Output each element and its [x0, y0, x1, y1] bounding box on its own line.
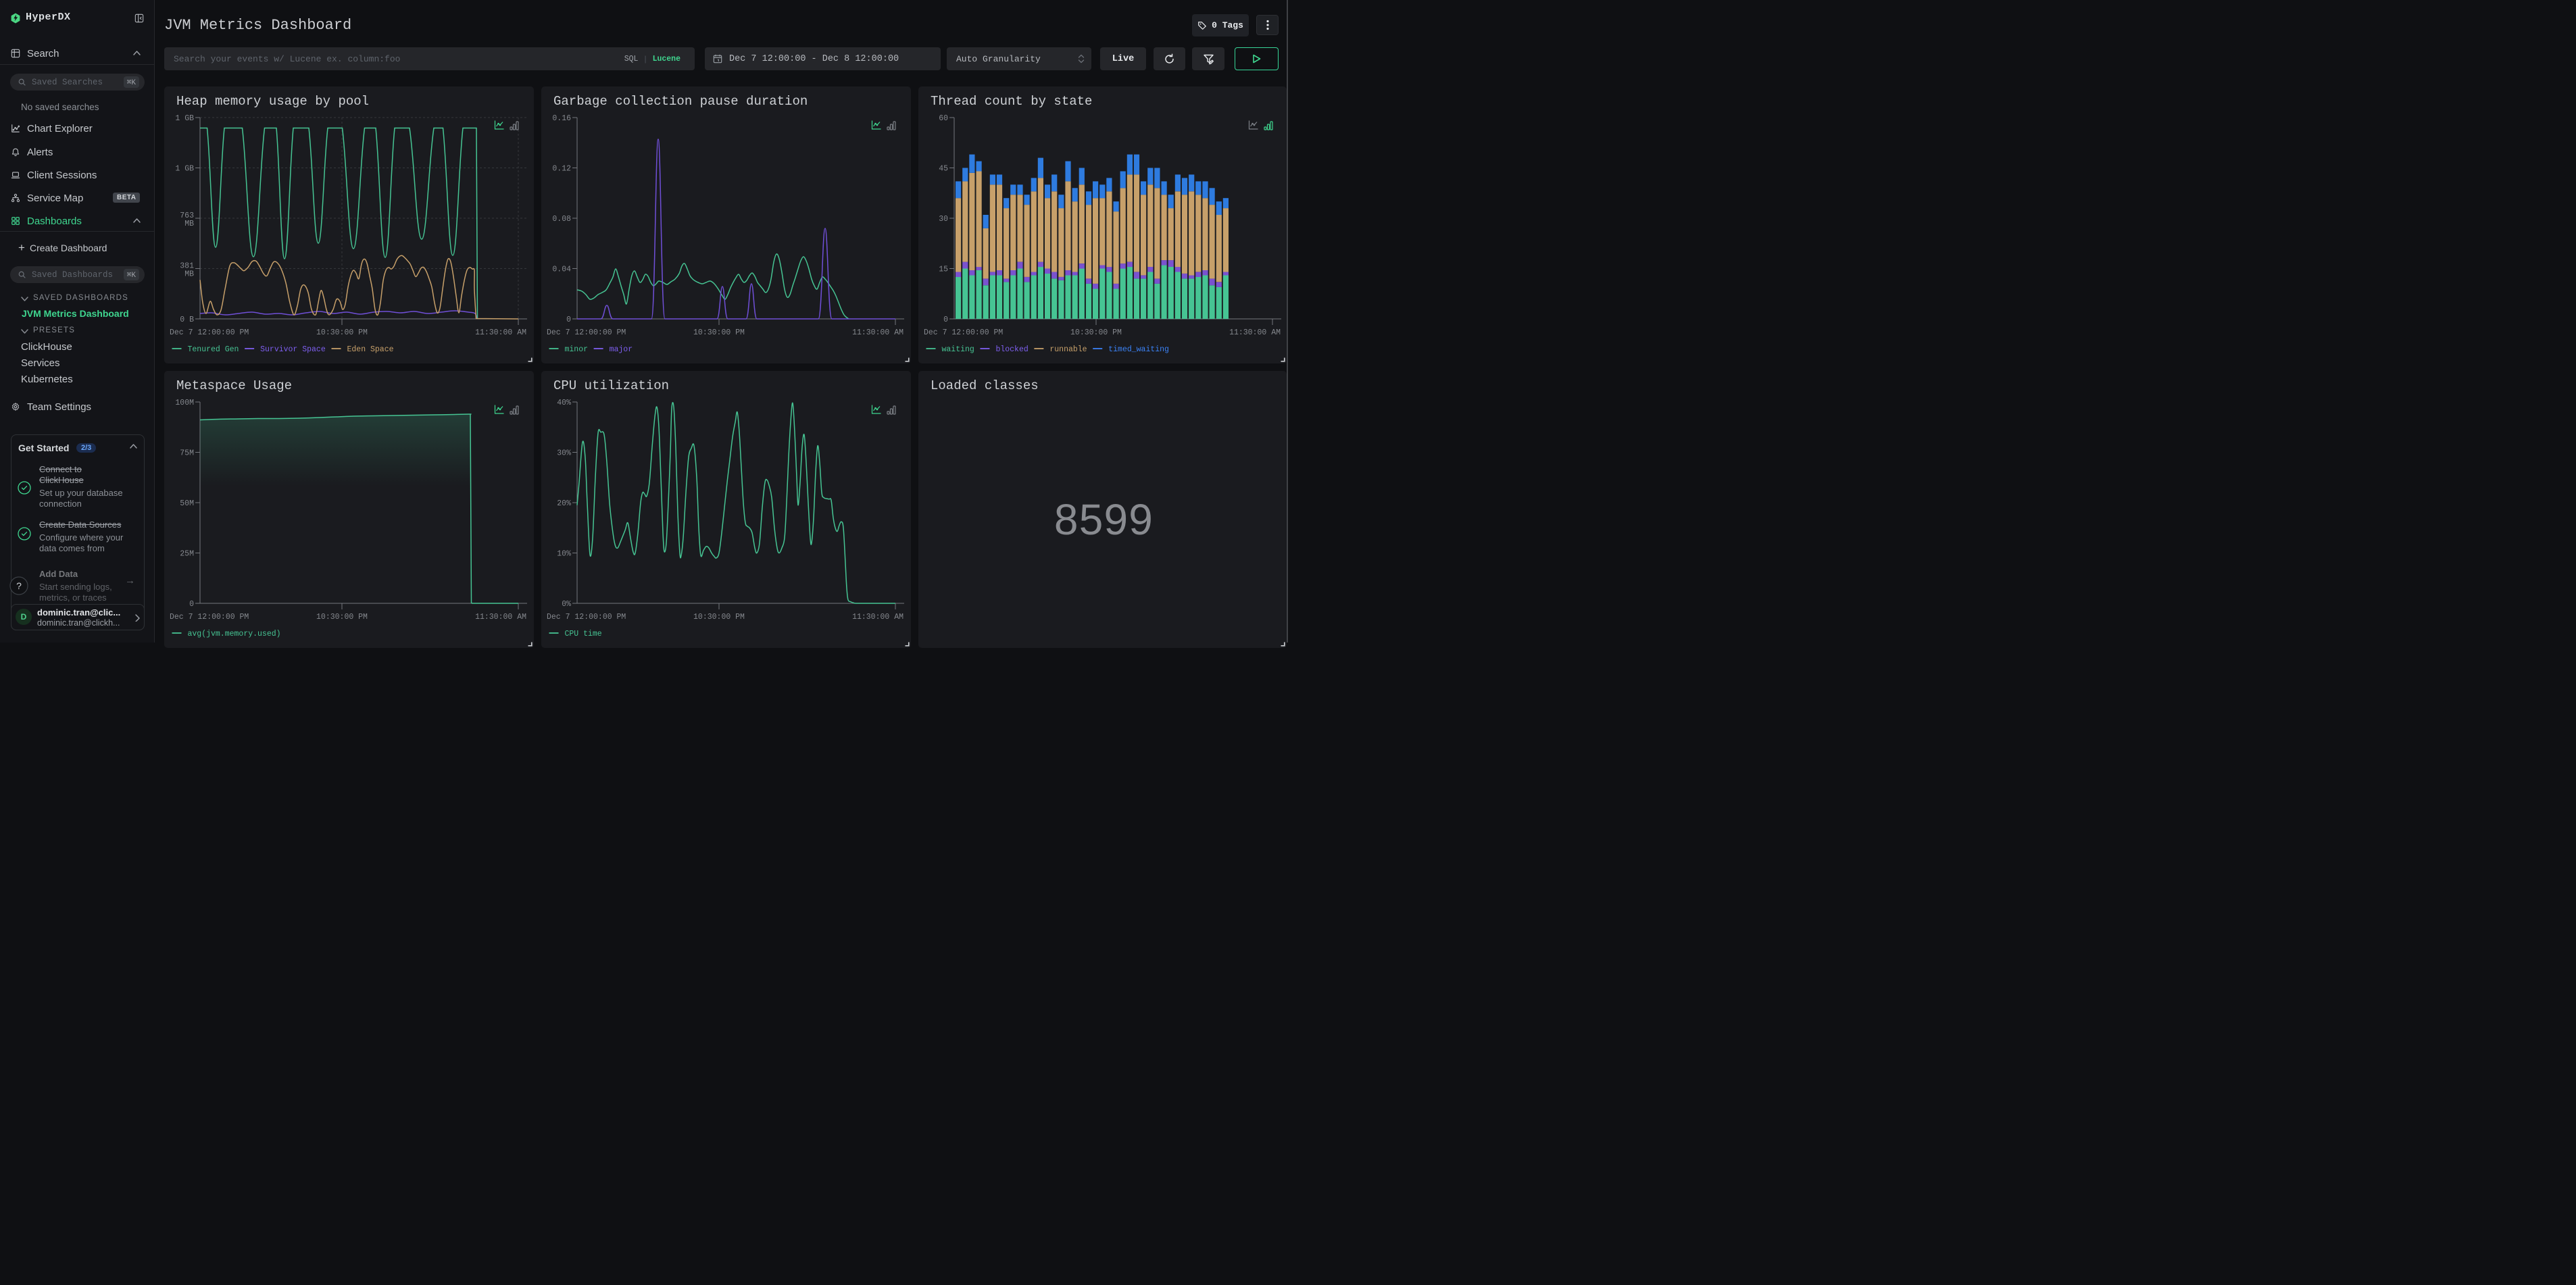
svg-text:15: 15 — [939, 266, 948, 274]
svg-text:CPU time: CPU time — [565, 630, 602, 638]
svg-text:Eden Space: Eden Space — [347, 345, 394, 354]
svg-text:10:30:00 PM: 10:30:00 PM — [316, 328, 368, 337]
svg-text:0: 0 — [943, 316, 948, 324]
svg-text:?: ? — [16, 580, 22, 591]
svg-text:0.12: 0.12 — [552, 165, 571, 174]
svg-text:1 GB: 1 GB — [175, 114, 194, 123]
svg-text:timed_waiting: timed_waiting — [1108, 345, 1169, 354]
svg-text:blocked: blocked — [995, 345, 1028, 354]
svg-text:Dec 7 12:00:00 PM: Dec 7 12:00:00 PM — [170, 328, 249, 337]
svg-text:100M: 100M — [175, 399, 194, 407]
svg-text:Dec 7 12:00:00 PM: Dec 7 12:00:00 PM — [924, 328, 1003, 337]
svg-text:30%: 30% — [557, 449, 571, 458]
svg-text:Dec 7 12:00:00 PM: Dec 7 12:00:00 PM — [547, 613, 626, 622]
svg-text:Tenured Gen: Tenured Gen — [188, 345, 239, 354]
svg-text:45: 45 — [939, 165, 948, 174]
svg-text:avg(jvm.memory.used): avg(jvm.memory.used) — [188, 630, 281, 638]
svg-text:11:30:00 AM: 11:30:00 AM — [852, 613, 903, 622]
svg-text:10:30:00 PM: 10:30:00 PM — [693, 328, 745, 337]
svg-text:60: 60 — [939, 114, 948, 123]
svg-text:11:30:00 AM: 11:30:00 AM — [475, 328, 526, 337]
svg-text:major: major — [610, 345, 633, 354]
svg-text:Dec 7 12:00:00 PM: Dec 7 12:00:00 PM — [547, 328, 626, 337]
svg-text:Dec 7 12:00:00 PM: Dec 7 12:00:00 PM — [170, 613, 249, 622]
svg-text:8599: 8599 — [1054, 495, 1154, 544]
svg-text:waiting: waiting — [942, 345, 974, 354]
svg-text:0.08: 0.08 — [552, 215, 571, 224]
svg-text:0 B: 0 B — [180, 316, 194, 324]
svg-text:11:30:00 AM: 11:30:00 AM — [475, 613, 526, 622]
svg-text:MB: MB — [184, 270, 194, 279]
svg-text:10:30:00 PM: 10:30:00 PM — [1070, 328, 1122, 337]
svg-text:MB: MB — [184, 220, 194, 228]
svg-text:minor: minor — [565, 345, 589, 354]
svg-text:10%: 10% — [557, 550, 571, 559]
svg-text:40%: 40% — [557, 399, 571, 407]
svg-text:11:30:00 AM: 11:30:00 AM — [1229, 328, 1281, 337]
svg-text:25M: 25M — [180, 550, 194, 559]
svg-text:1 GB: 1 GB — [175, 165, 194, 174]
svg-text:runnable: runnable — [1049, 345, 1087, 354]
svg-text:0%: 0% — [562, 600, 571, 609]
svg-text:0.04: 0.04 — [552, 266, 571, 274]
svg-text:20%: 20% — [557, 499, 571, 508]
svg-text:10:30:00 PM: 10:30:00 PM — [693, 613, 745, 622]
svg-text:0: 0 — [566, 316, 571, 324]
svg-text:0.16: 0.16 — [552, 114, 571, 123]
svg-text:75M: 75M — [180, 449, 194, 458]
svg-text:30: 30 — [939, 215, 948, 224]
svg-text:0: 0 — [189, 600, 194, 609]
svg-text:11:30:00 AM: 11:30:00 AM — [852, 328, 903, 337]
svg-text:10:30:00 PM: 10:30:00 PM — [316, 613, 368, 622]
svg-text:50M: 50M — [180, 499, 194, 508]
svg-text:Survivor Space: Survivor Space — [260, 345, 326, 354]
